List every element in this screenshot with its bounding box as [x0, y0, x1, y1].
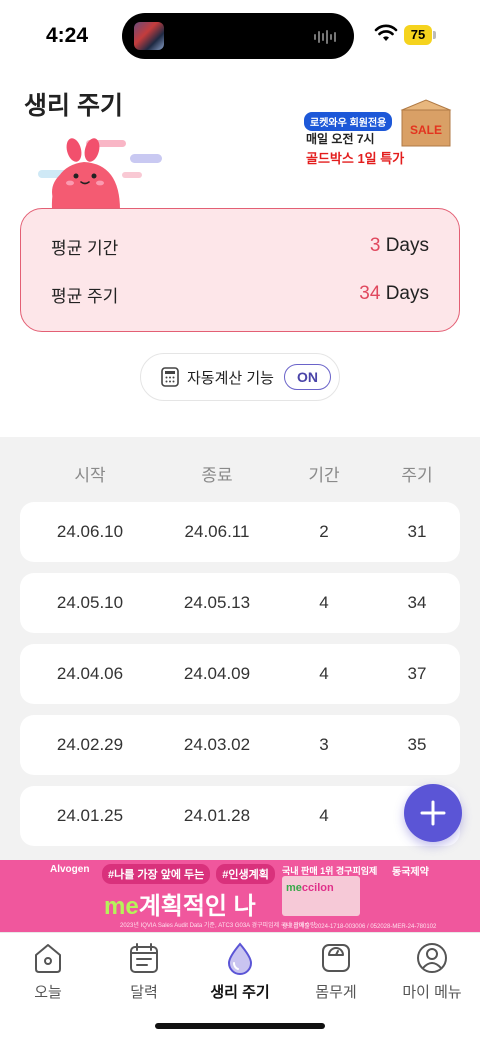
average-period-value: 3	[369, 235, 381, 256]
auto-calc-label: 자동계산 기능	[187, 369, 274, 387]
now-playing-artwork	[134, 22, 164, 50]
plus-icon	[420, 800, 446, 826]
home-indicator[interactable]	[155, 1023, 325, 1029]
banner-company: 동국제약	[392, 867, 429, 878]
cell-duration: 2	[319, 522, 329, 541]
battery-tip	[433, 31, 436, 39]
cell-end: 24.05.13	[183, 593, 251, 612]
table-row[interactable]: 24.06.10 24.06.11 2 31	[20, 502, 460, 562]
cell-start: 24.06.10	[56, 522, 124, 541]
cell-duration: 4	[319, 806, 329, 825]
table-row[interactable]: 24.05.10 24.05.13 4 34	[20, 573, 460, 633]
battery-indicator: 75	[404, 25, 432, 45]
header-duration: 기간	[308, 466, 340, 485]
table-row[interactable]: 24.04.06 24.04.09 4 37	[20, 644, 460, 704]
cell-cycle: 34	[407, 593, 427, 612]
ad-banner-top[interactable]: 로켓와우 회원전용 매일 오전 7시 골드박스 1일 특가 SALE	[300, 96, 460, 166]
banner-headline-rest: 계획적인 나	[138, 893, 256, 920]
table-row[interactable]: 24.02.29 24.03.02 3 35	[20, 715, 460, 775]
cell-end: 24.04.09	[183, 664, 251, 683]
average-cycle-unit: Days	[385, 283, 429, 304]
average-period-value-wrap: 3 Days	[370, 235, 429, 257]
tab-today[interactable]: 오늘	[0, 941, 96, 1002]
auto-calc-on-badge[interactable]: ON	[283, 364, 331, 390]
banner-brand: Alvogen	[50, 864, 90, 875]
banner-tags: #나를 가장 앞에 두는 #인생계획	[102, 864, 275, 884]
scale-icon	[322, 944, 350, 972]
sale-box-icon: SALE	[400, 99, 452, 147]
average-cycle-value: 34	[359, 283, 381, 304]
cell-duration: 4	[319, 593, 329, 612]
tab-label: 생리 주기	[210, 984, 270, 1001]
tab-period-cycle[interactable]: 생리 주기	[192, 941, 288, 1002]
ad-pill: 로켓와우 회원전용	[304, 112, 393, 131]
auto-calc-toggle[interactable]: 자동계산 기능 ON	[140, 353, 340, 401]
ad-line2: 골드박스 1일 특가	[306, 151, 405, 166]
add-record-button[interactable]	[404, 784, 462, 842]
calendar-icon	[130, 943, 158, 973]
product-name-me: me	[286, 882, 302, 894]
cell-start: 24.05.10	[56, 593, 124, 612]
banner-approval-text: 광고심의필 : 2024-1718-003006 / 052028-MER-24…	[282, 924, 437, 930]
status-bar: 4:24 75	[0, 0, 480, 72]
banner-tag: #나를 가장 앞에 두는	[102, 864, 211, 884]
audio-wave-icon	[314, 30, 336, 44]
cell-cycle: 31	[407, 522, 427, 541]
tab-label: 오늘	[34, 984, 62, 1001]
table-header: 시작 종료 기간 주기	[20, 461, 460, 486]
product-name: meccilon	[286, 882, 334, 894]
dynamic-island[interactable]	[122, 13, 354, 59]
banner-tag: #인생계획	[216, 864, 275, 884]
drop-icon	[227, 942, 253, 975]
cell-start: 24.04.06	[56, 664, 124, 683]
cell-duration: 4	[319, 664, 329, 683]
status-time: 4:24	[46, 24, 89, 47]
tab-label: 몸무게	[315, 984, 357, 1001]
wifi-icon	[374, 24, 398, 41]
profile-icon	[417, 943, 447, 973]
header-end: 종료	[201, 466, 233, 485]
ad-banner-bottom[interactable]: Alvogen #나를 가장 앞에 두는 #인생계획 me계획적인 나 2023…	[0, 860, 480, 932]
average-period-unit: Days	[385, 235, 429, 256]
header-cycle: 주기	[401, 466, 433, 485]
cell-start: 24.02.29	[56, 735, 124, 754]
cell-start: 24.01.25	[56, 806, 124, 825]
average-period-row: 평균 기간 3 Days	[51, 231, 429, 261]
cell-cycle: 37	[407, 664, 427, 683]
tab-my-menu[interactable]: 마이 메뉴	[384, 941, 480, 1002]
tab-calendar[interactable]: 달력	[96, 941, 192, 1002]
average-cycle-row: 평균 주기 34 Days	[51, 279, 429, 309]
average-cycle-label: 평균 주기	[51, 286, 119, 306]
cell-end: 24.03.02	[183, 735, 251, 754]
calculator-icon	[161, 367, 179, 387]
home-icon	[35, 944, 61, 973]
product-package-image: meccilon	[282, 876, 360, 916]
tab-label: 마이 메뉴	[402, 984, 462, 1001]
sale-box-label: SALE	[410, 123, 442, 137]
average-cycle-value-wrap: 34 Days	[359, 283, 429, 305]
table-row[interactable]: 24.01.25 24.01.28 4 3	[20, 786, 460, 846]
ad-line1: 매일 오전 7시	[306, 132, 375, 146]
mascot-illustration	[38, 138, 162, 216]
cell-duration: 3	[319, 735, 329, 754]
average-period-label: 평균 기간	[51, 238, 119, 258]
tab-label: 달력	[130, 984, 158, 1001]
tab-weight[interactable]: 몸무게	[288, 941, 384, 1002]
banner-headline: me계획적인 나	[104, 886, 256, 921]
header-start: 시작	[74, 466, 106, 485]
page-title: 생리 주기	[24, 92, 123, 120]
product-name-rest: ccilon	[301, 882, 334, 894]
banner-headline-me: me	[104, 893, 139, 920]
cell-end: 24.01.28	[183, 806, 251, 825]
cell-cycle: 35	[407, 735, 427, 754]
summary-card: 평균 기간 3 Days 평균 주기 34 Days	[20, 208, 460, 332]
cell-end: 24.06.11	[184, 522, 250, 541]
